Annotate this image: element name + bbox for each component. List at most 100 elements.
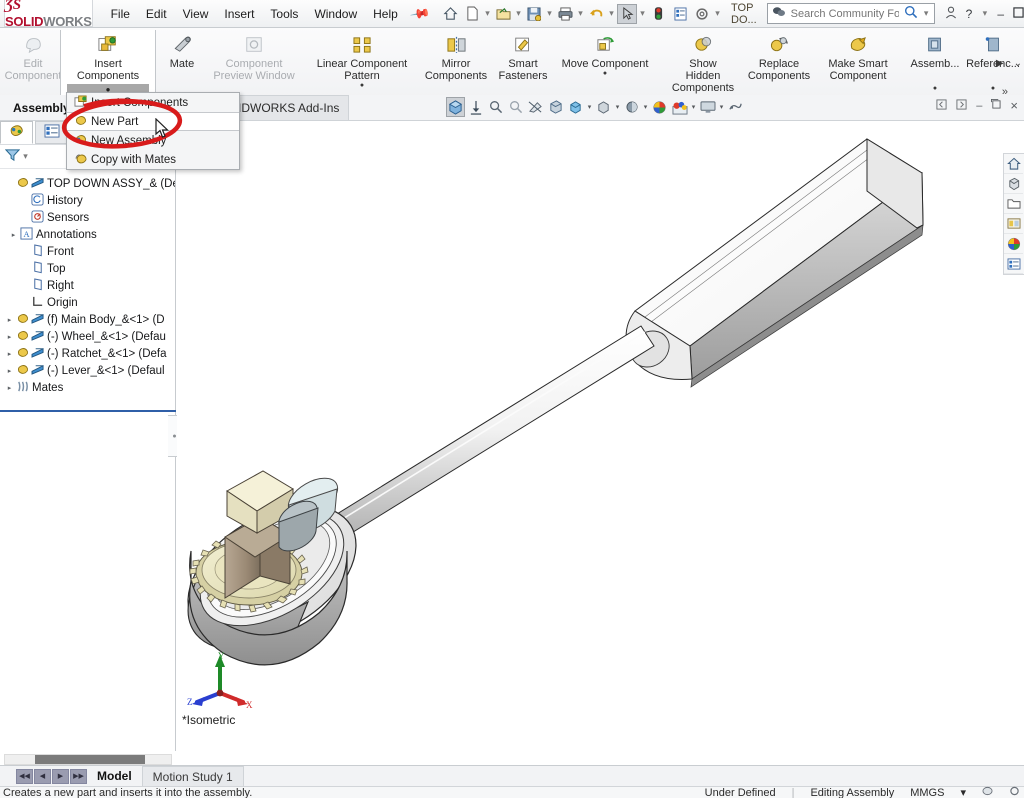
expand-arrow[interactable]: ▸ [4,350,15,358]
color-wheel-icon[interactable] [1004,234,1023,254]
print-icon[interactable] [555,4,575,24]
nav-prev-button[interactable]: ◀ [34,768,51,784]
filter-funnel-icon[interactable] [4,148,21,165]
view-orientation-icon[interactable] [446,97,465,117]
options-icon[interactable] [692,4,712,24]
menu-item-insert[interactable]: Insert [224,7,254,21]
maximize-doc-button[interactable] [991,99,1001,112]
menu-item-new-assembly[interactable]: New Assembly [67,131,239,150]
menu-item-copy-with-mates[interactable]: Copy with Mates [67,150,239,169]
display-style-icon[interactable] [546,97,565,117]
linear-pattern-caret-icon[interactable]: ● [360,82,364,89]
options-caret[interactable]: ▾ [714,8,721,19]
tree-item-lever[interactable]: ▸ (-) Lever_&<1> (Defaul [4,362,175,379]
hide-show-components-icon[interactable] [594,97,613,117]
undo-icon[interactable] [586,4,606,24]
graphics-viewport[interactable]: Y X Z *Isometric [177,121,1024,751]
nav-last-button[interactable]: ▶▶ [70,768,87,784]
replace-components-button[interactable]: Replace Components [740,30,818,82]
filter-caret-icon[interactable]: ▾ [22,151,29,162]
scene-caret-icon[interactable]: ▾ [690,103,697,111]
pin-icon[interactable]: 📌 [409,2,431,24]
insert-components-button[interactable]: Insert Components ● [60,30,156,97]
account-icon[interactable] [945,6,957,22]
search-caret-icon[interactable]: ▾ [923,8,930,19]
view-box-icon[interactable] [1004,174,1023,194]
home-icon[interactable] [440,4,460,24]
search-input[interactable] [790,7,899,20]
minimize-button[interactable]: – [997,7,1004,21]
menu-item-help[interactable]: Help [373,7,398,21]
menu-item-edit[interactable]: Edit [146,7,167,21]
zoom-to-fit-icon[interactable] [466,97,485,117]
appearances-icon[interactable] [622,97,641,117]
scene-icon[interactable] [670,97,689,117]
maximize-button[interactable] [1013,6,1024,21]
status-units-caret-icon[interactable]: ▾ [960,786,966,798]
move-component-caret-icon[interactable]: ● [603,70,607,77]
mirror-components-button[interactable]: Mirror Components [420,30,492,82]
nav-first-button[interactable]: ◀◀ [16,768,33,784]
status-units[interactable]: MMGS [910,787,944,798]
hide-show-caret-icon[interactable]: ▾ [586,103,593,111]
reference-geometry-caret-icon[interactable]: ● [991,85,995,92]
make-smart-component-button[interactable]: Make Smart Component [818,30,898,82]
nav-next-button[interactable]: ▶ [52,768,69,784]
menu-item-tools[interactable]: Tools [270,7,298,21]
appearances-caret-icon[interactable]: ▾ [642,103,649,111]
options-status-icon[interactable] [1009,786,1020,798]
menu-item-insert-components[interactable]: Insert Components [67,93,239,112]
open-icon[interactable] [493,4,513,24]
menu-item-window[interactable]: Window [314,7,357,21]
bottom-tab-model[interactable]: Model [87,766,142,786]
tree-item-wheel[interactable]: ▸ (-) Wheel_&<1> (Defau [4,328,175,345]
assembly-features-button[interactable]: Assemb... ● [908,30,962,92]
tree-item-annotations[interactable]: ▸ A Annotations [4,226,175,243]
view-settings-icon[interactable] [698,97,717,117]
print-caret[interactable]: ▾ [577,8,584,19]
assembly-features-caret-icon[interactable]: ● [933,85,937,92]
tree-horizontal-scrollbar[interactable] [4,754,172,765]
expand-arrow[interactable]: ▸ [8,231,19,239]
tree-item-front-plane[interactable]: Front [4,243,175,260]
display-settings-icon[interactable] [670,4,690,24]
hide-show-components-caret-icon[interactable]: ▾ [614,103,621,111]
appearances-panel-icon[interactable] [1004,214,1023,234]
feature-tree-tab[interactable] [0,121,33,144]
help-caret-icon[interactable]: ▾ [981,8,988,19]
zoom-to-area-icon[interactable] [486,97,505,117]
tab-solidworks-addins[interactable]: IDWORKS Add-Ins [228,95,350,120]
apply-scene-icon[interactable] [650,97,669,117]
search-community-forum[interactable]: ▾ [766,3,935,24]
restore-right-icon[interactable] [956,98,967,113]
ratchet-wrench-model[interactable] [177,121,1024,751]
move-component-button[interactable]: Move Component ● [554,30,656,77]
open-caret[interactable]: ▾ [515,8,522,19]
open-folder-icon[interactable] [1004,194,1023,214]
minimize-doc-button[interactable]: – [976,100,982,112]
display-manager-icon[interactable] [1004,254,1023,274]
tree-item-ratchet[interactable]: ▸ (-) Ratchet_&<1> (Defa [4,345,175,362]
property-manager-tab[interactable] [35,121,68,144]
expand-arrow[interactable]: ▸ [4,316,15,324]
rebuild-icon[interactable] [648,4,668,24]
show-hidden-components-button[interactable]: Show Hidden Components [666,30,740,94]
select-icon[interactable] [617,3,637,24]
search-icon[interactable] [904,5,918,22]
tree-item-sensors[interactable]: Sensors [4,209,175,226]
expand-arrow[interactable]: ▸ [4,367,15,375]
measure-icon[interactable] [726,97,745,117]
ribbon-collapse-icon[interactable]: ⌄ [1014,58,1022,69]
tree-item-mates[interactable]: ▸ Mates [4,379,175,396]
linear-component-pattern-button[interactable]: Linear Component Pattern ● [304,30,420,89]
expand-arrow[interactable]: ▸ [4,384,15,392]
mate-button[interactable]: Mate [160,30,204,70]
tree-item-right-plane[interactable]: Right [4,277,175,294]
new-doc-caret[interactable]: ▾ [484,8,491,19]
bottom-tab-motion-study[interactable]: Motion Study 1 [141,766,244,786]
expand-arrow[interactable]: ▸ [4,333,15,341]
tree-item-main-body[interactable]: ▸ (f) Main Body_&<1> (D [4,311,175,328]
save-icon[interactable] [524,4,544,24]
smart-fasteners-button[interactable]: Smart Fasteners [492,30,554,82]
new-doc-icon[interactable] [462,4,482,24]
